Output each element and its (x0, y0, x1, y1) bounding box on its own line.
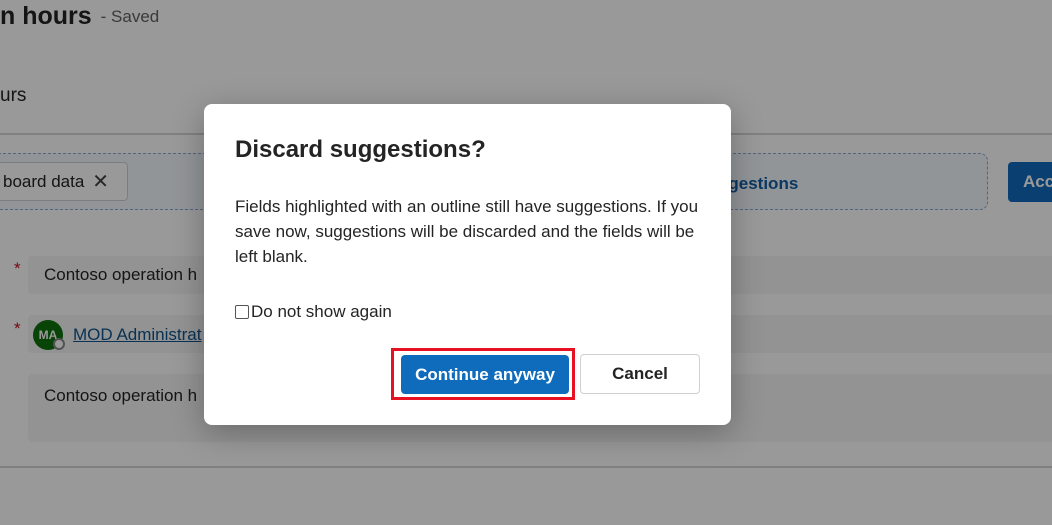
checkbox-label: Do not show again (251, 302, 392, 321)
do-not-show-again-checkbox[interactable] (235, 305, 249, 319)
cancel-button[interactable]: Cancel (580, 354, 700, 394)
continue-anyway-button[interactable]: Continue anyway (401, 355, 569, 394)
dialog-title: Discard suggestions? (235, 136, 486, 163)
dialog-body: Fields highlighted with an outline still… (235, 197, 699, 266)
do-not-show-again[interactable]: Do not show again (235, 302, 392, 322)
discard-suggestions-dialog: Discard suggestions? Fields highlighted … (204, 104, 731, 425)
